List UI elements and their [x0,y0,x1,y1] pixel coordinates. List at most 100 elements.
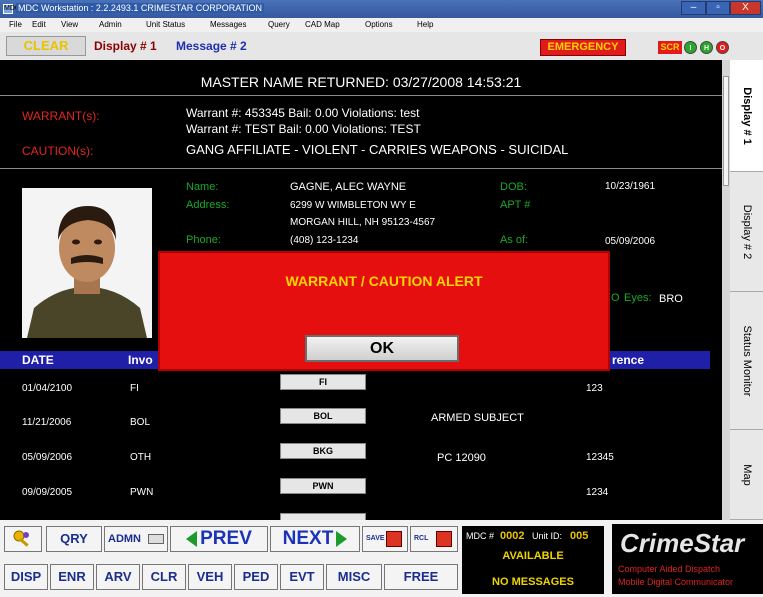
tab-status-monitor[interactable]: Status Monitor [730,292,763,430]
eyes-label: Eyes: [624,292,652,304]
mdc-number: 0002 [500,530,525,542]
menu-edit[interactable]: Edit [32,20,46,29]
ped-button[interactable]: PED [234,564,278,590]
tab-map-label: Map [740,463,753,486]
menu-help[interactable]: Help [417,20,433,29]
status-dot-h[interactable]: H [700,41,713,54]
row-involvement: BOL [130,417,151,428]
warrant-line-1: Warrant #: 453345 Bail: 0.00 Violations:… [186,106,420,120]
query-button[interactable]: QRY [46,526,102,552]
status-dot-i[interactable]: I [684,41,697,54]
vertical-scrollbar[interactable] [722,60,730,520]
menu-view[interactable]: View [61,20,78,29]
warrant-alert-dialog: WARRANT / CAUTION ALERT OK [158,251,610,371]
tab-map[interactable]: Map [730,430,763,520]
enr-button[interactable]: ENR [50,564,94,590]
address-label: Address: [186,199,230,211]
app-icon: MDC [3,4,20,14]
next-button[interactable]: NEXT [270,526,360,552]
clear-button[interactable]: CLEAR [6,36,86,56]
close-button[interactable]: X [730,1,761,15]
row-involvement: FI [130,383,139,394]
menu-query[interactable]: Query [268,20,290,29]
unit-status: AVAILABLE [502,550,564,562]
address-line-1: 6299 W WIMBLETON WY E [290,200,416,211]
row-date: 05/09/2006 [22,452,73,463]
row-date: 09/09/2005 [22,487,73,498]
row-involvement: PWN [130,487,154,498]
disp-button[interactable]: DISP [4,564,48,590]
row-detail-button[interactable]: PWN [280,478,366,494]
prev-button[interactable]: PREV [170,526,268,552]
row-date: 11/21/2006 [22,417,72,428]
ok-button[interactable]: OK [305,335,459,362]
veh-button[interactable]: VEH [188,564,232,590]
status-dot-o[interactable]: O [716,41,729,54]
side-tabs: Display # 1 Display # 2 Status Monitor M… [730,60,763,520]
message-label[interactable]: Message # 2 [176,39,247,53]
logo-text: CrimeStar [620,528,745,558]
unit-label: Unit ID: [532,531,563,541]
tab-display-2-label: Display # 2 [740,204,753,259]
misc-button[interactable]: MISC [326,564,382,590]
display-label[interactable]: Display # 1 [94,39,157,53]
warrant-label: WARRANT(s): [22,109,100,123]
partial-label: O [611,292,620,304]
next-arrow-icon [336,530,348,547]
asof-label: As of: [500,234,529,246]
clr-button[interactable]: CLR [142,564,186,590]
keyboard-icon [148,534,164,544]
title-bar: MDC MDC Workstation : 2.2.2493.1 CRIMEST… [0,0,763,18]
menu-unit-status[interactable]: Unit Status [146,20,185,29]
recall-button[interactable]: RCL [410,526,458,552]
divider [0,95,722,96]
menu-admin[interactable]: Admin [99,20,122,29]
row-detail-button[interactable]: FI [280,374,366,390]
row-description: PC 12090 [437,452,486,464]
menu-file[interactable]: File [9,20,22,29]
master-name-returned: MASTER NAME RETURNED: 03/27/2008 14:53:2… [200,74,522,90]
unit-status-box: MDC # 0002 Unit ID: 005 AVAILABLE NO MES… [462,526,604,594]
scr-button[interactable]: SCR [658,41,682,54]
save-button[interactable]: SAVE [362,526,408,552]
dob-value: 10/23/1961 [605,181,656,192]
tab-display-1-label: Display # 1 [740,86,753,145]
dob-label: DOB: [500,181,527,193]
phone-label: Phone: [186,234,221,246]
arv-button[interactable]: ARV [96,564,140,590]
col-reference: rence [612,353,645,367]
menu-cad-map[interactable]: CAD Map [305,20,340,29]
free-button[interactable]: FREE [384,564,458,590]
keys-button[interactable] [4,526,42,552]
row-reference: 1234 [586,487,609,498]
minimize-button[interactable]: – [681,1,706,15]
admin-button[interactable]: ADMN [104,526,168,552]
col-involvement: Invo [128,353,153,367]
name-value: GAGNE, ALEC WAYNE [290,181,407,193]
warrant-line-2: Warrant #: TEST Bail: 0.00 Violations: T… [186,122,421,136]
row-detail-button[interactable] [280,513,366,520]
tab-status-monitor-label: Status Monitor [740,325,753,396]
row-reference: 123 [586,383,603,394]
row-date: 01/04/2100 [22,383,73,394]
scrollbar-thumb[interactable] [723,76,729,186]
menu-messages[interactable]: Messages [210,20,246,29]
phone-value: (408) 123-1234 [290,235,359,246]
row-detail-button[interactable]: BOL [280,408,366,424]
next-label: NEXT [282,528,334,549]
asof-value: 05/09/2006 [605,236,656,247]
save-icon [386,531,402,547]
emergency-button[interactable]: EMERGENCY [540,39,626,56]
tab-display-2[interactable]: Display # 2 [730,172,763,292]
tab-display-1[interactable]: Display # 1 [730,60,763,172]
recall-icon [436,531,452,547]
row-detail-button[interactable]: BKG [280,443,366,459]
evt-button[interactable]: EVT [280,564,324,590]
eyes-value: BRO [659,293,683,305]
maximize-button[interactable]: ▫ [706,1,730,15]
row-reference: 12345 [586,452,614,463]
mdc-label: MDC # [466,531,495,541]
menu-options[interactable]: Options [365,20,393,29]
unit-id: 005 [570,530,589,542]
caution-text: GANG AFFILIATE - VIOLENT - CARRIES WEAPO… [186,142,569,157]
